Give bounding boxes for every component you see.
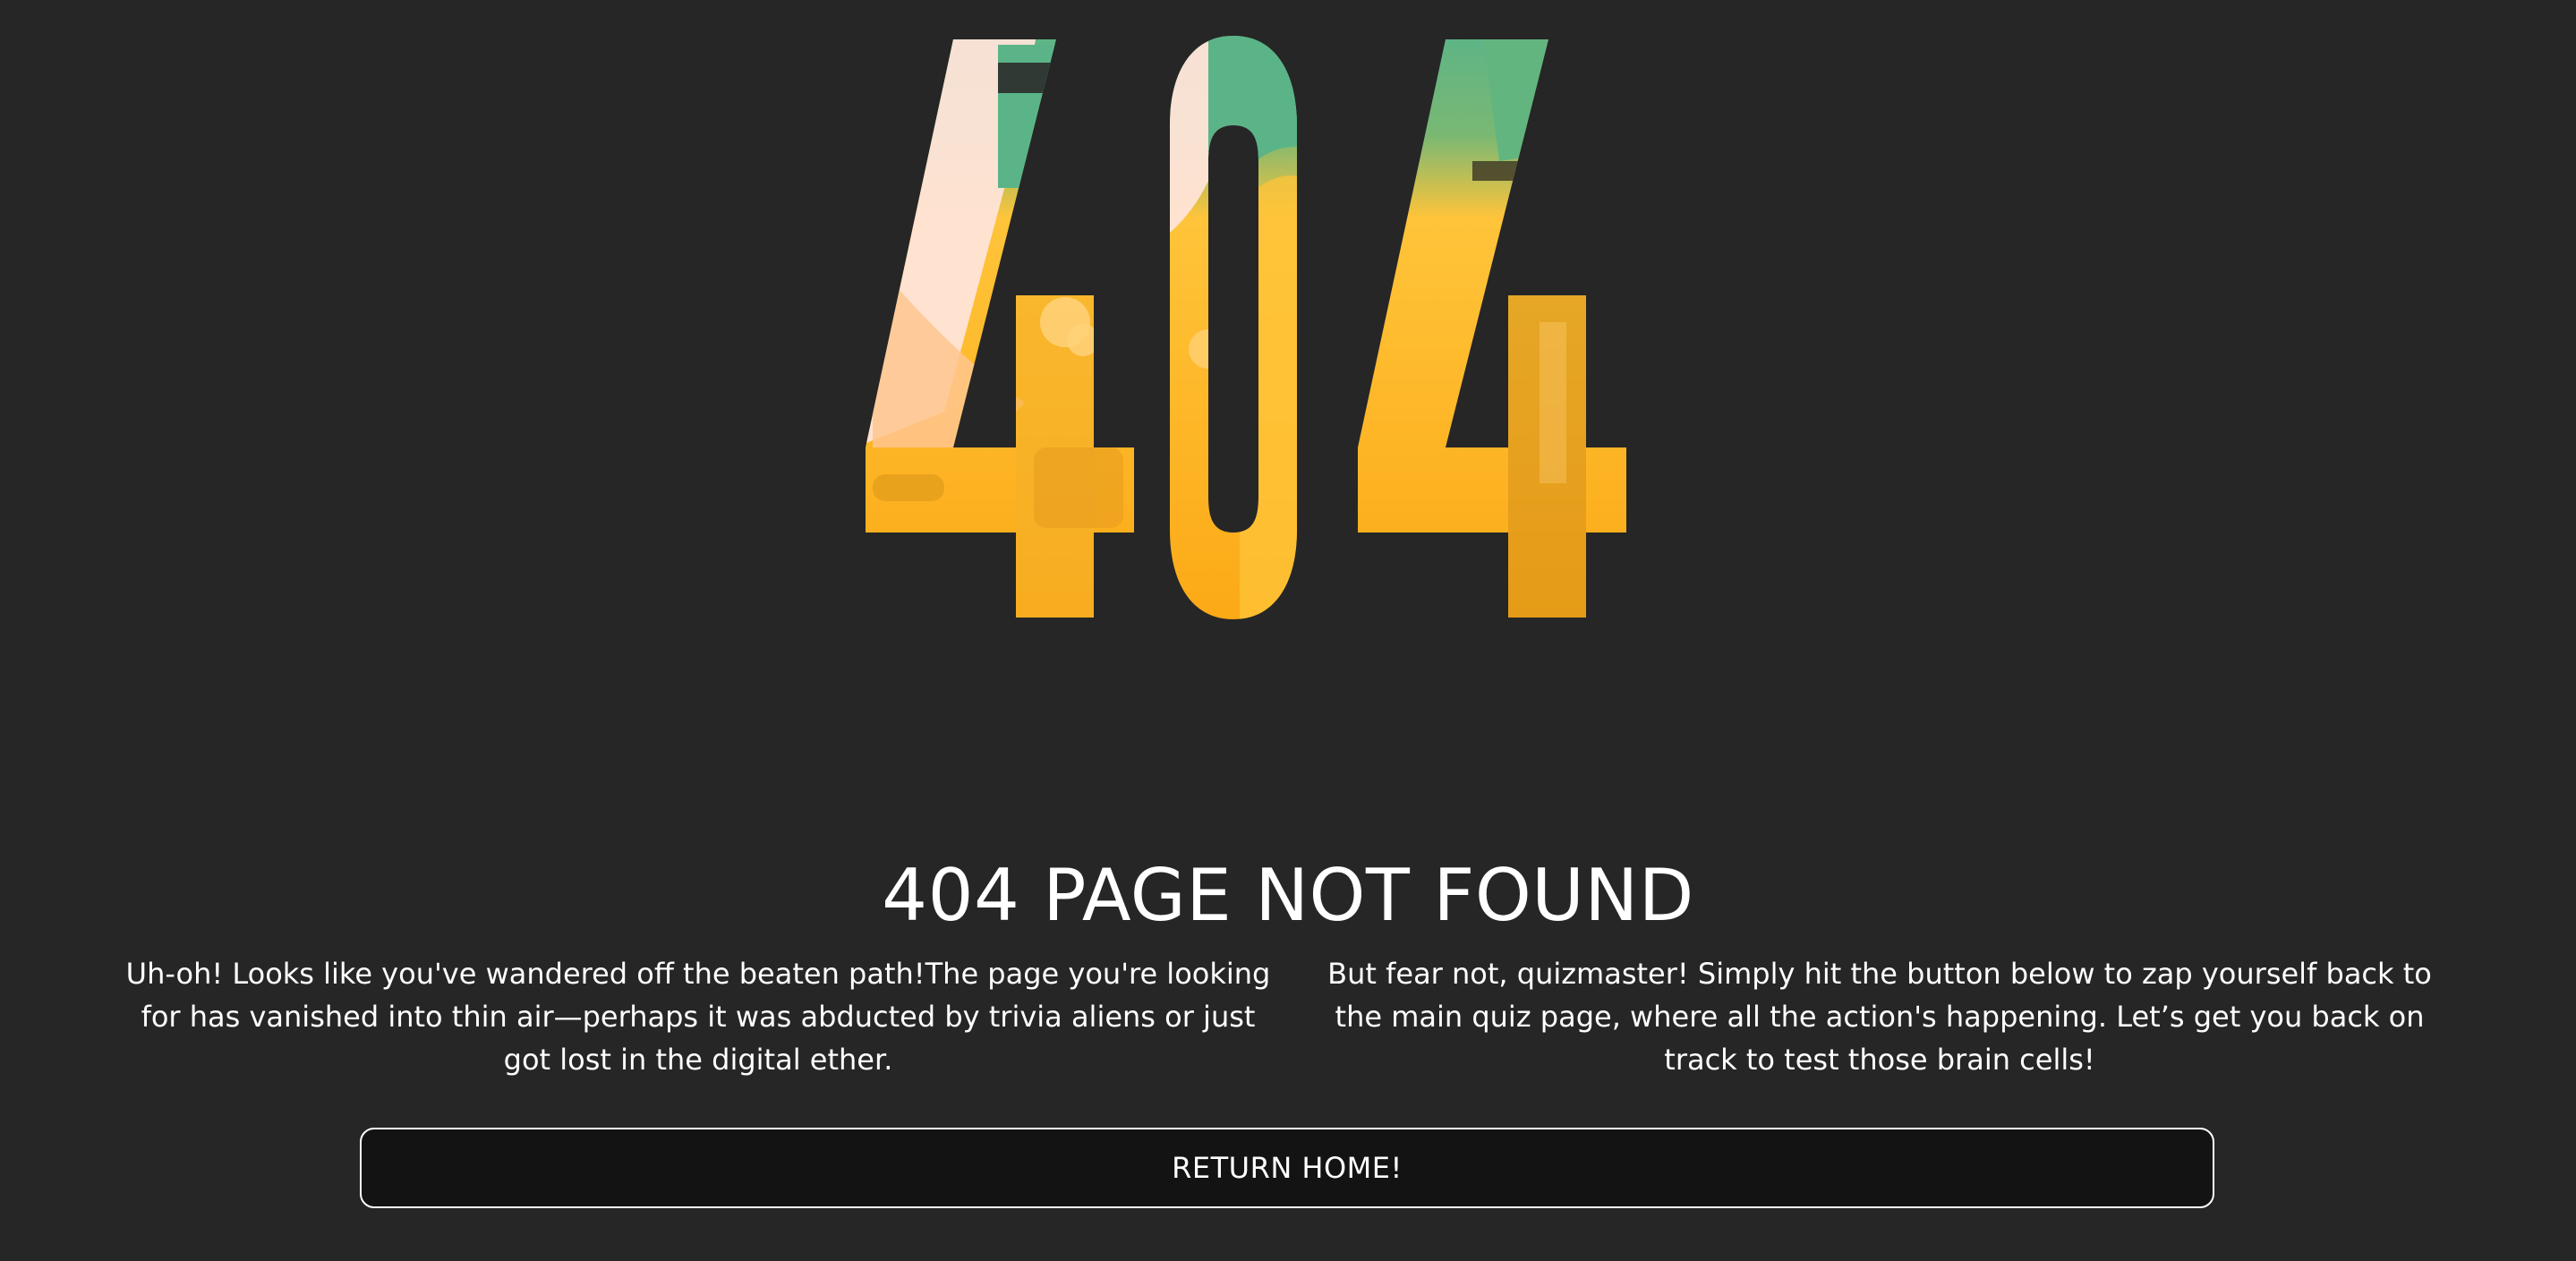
- hero-404-graphic: [855, 27, 1727, 626]
- page-title: 404 PAGE NOT FOUND: [882, 854, 1694, 937]
- hero-404-svg: [866, 36, 1626, 619]
- return-home-button[interactable]: RETURN HOME!: [360, 1128, 2214, 1208]
- not-found-page: 404 PAGE NOT FOUND Uh-oh! Looks like you…: [0, 0, 2576, 1261]
- message-right: But fear not, quizmaster! Simply hit the…: [1327, 957, 2432, 1077]
- message-left: Uh-oh! Looks like you've wandered off th…: [125, 957, 1271, 1077]
